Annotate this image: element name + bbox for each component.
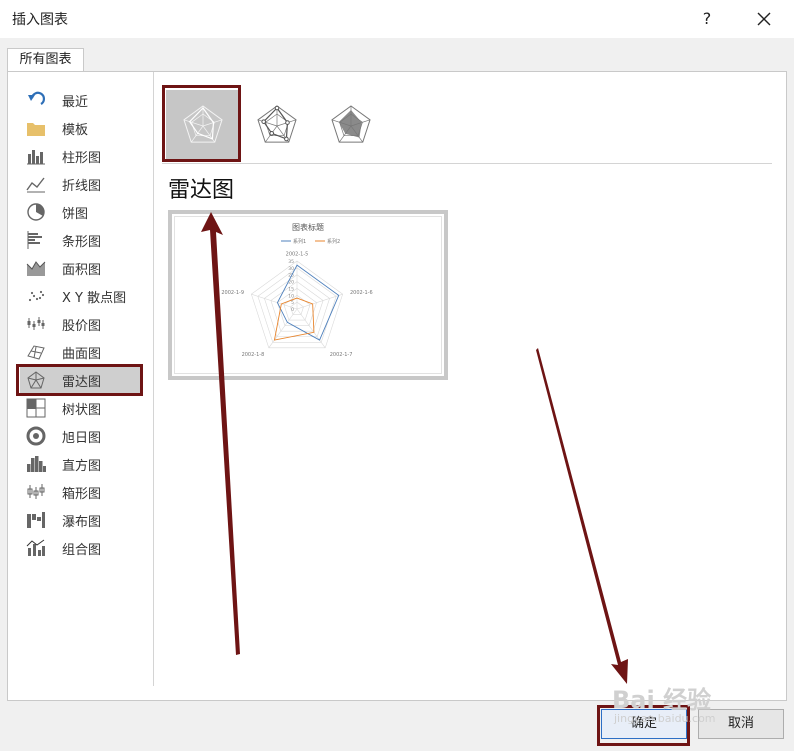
preview-chart-title: 图表标题 <box>292 222 324 232</box>
box-whisker-chart-icon <box>27 484 45 499</box>
area-chart-icon <box>26 261 46 276</box>
sidebar-item-label: 模板 <box>62 123 89 138</box>
sidebar-item-scatter-chart[interactable]: X Y 散点图 <box>20 282 140 310</box>
subtype-radar-markers[interactable] <box>240 90 314 160</box>
column-chart-icon <box>27 150 45 165</box>
sidebar-item-label: 旭日图 <box>62 431 102 446</box>
radar-tick-label: 15 <box>288 286 294 292</box>
sidebar-item-label: X Y 散点图 <box>62 291 127 306</box>
waterfall-chart-icon <box>27 512 45 528</box>
radar-markers-icon <box>257 105 297 143</box>
help-button[interactable]: ? <box>696 6 718 32</box>
sidebar-item-stock-chart[interactable]: 股价图 <box>20 310 140 338</box>
sidebar-item-label: 曲面图 <box>62 347 102 362</box>
subtype-filled-radar[interactable] <box>314 90 388 160</box>
sidebar-item-label: 组合图 <box>62 543 102 558</box>
radar-icon <box>183 105 223 143</box>
close-icon <box>757 12 771 26</box>
sunburst-chart-icon <box>26 426 46 446</box>
sidebar-item-label: 雷达图 <box>62 375 102 390</box>
radar-category-label: 2002-1-5 <box>286 251 309 257</box>
sidebar-item-waterfall-chart[interactable]: 瀑布图 <box>20 506 140 534</box>
sidebar-item-label: 饼图 <box>62 207 89 222</box>
radar-tick-label: 30 <box>288 266 294 272</box>
treemap-chart-icon <box>26 398 46 418</box>
sidebar-item-area-chart[interactable]: 面积图 <box>20 254 140 282</box>
filled-radar-icon <box>331 105 371 143</box>
radar-category-label: 2002-1-8 <box>242 352 265 358</box>
folder-icon <box>27 123 45 136</box>
sidebar-item-label: 条形图 <box>62 235 102 250</box>
sidebar-item-label: 树状图 <box>62 403 102 418</box>
sidebar-item-undo[interactable]: 最近 <box>20 86 140 114</box>
sidebar-item-radar-chart[interactable]: 雷达图 <box>20 366 140 394</box>
chart-subtype-row <box>162 86 772 164</box>
chart-preview[interactable]: 图表标题 系列1 系列2 0 5 10 15 20 25 30 35 2002-1-5 2002-1-6… <box>168 210 448 380</box>
sidebar-item-label: 股价图 <box>62 319 102 334</box>
chart-panel: 最近 模板 柱形图 折线图 饼图 条形图 面积图 X Y 散点图 股价图 曲面图 雷达图 树状图 旭日图… <box>7 71 787 701</box>
sidebar-item-folder[interactable]: 模板 <box>20 114 140 142</box>
chart-type-heading: 雷达图 <box>168 178 235 203</box>
subtype-radar[interactable] <box>166 90 240 160</box>
stock-chart-icon <box>27 317 45 330</box>
sidebar-item-label: 面积图 <box>62 263 102 278</box>
sidebar-item-histogram-chart[interactable]: 直方图 <box>20 450 140 478</box>
sidebar-item-label: 瀑布图 <box>62 515 102 530</box>
histogram-chart-icon <box>27 456 46 472</box>
pie-chart-icon <box>27 203 45 221</box>
sidebar-item-pie-chart[interactable]: 饼图 <box>20 198 140 226</box>
undo-icon <box>28 91 46 105</box>
surface-chart-icon <box>27 345 45 360</box>
sidebar-item-line-chart[interactable]: 折线图 <box>20 170 140 198</box>
radar-chart-icon <box>27 371 45 389</box>
sidebar-item-treemap-chart[interactable]: 树状图 <box>20 394 140 422</box>
close-button[interactable] <box>752 6 776 32</box>
tab-all-charts[interactable]: 所有图表 <box>7 48 84 72</box>
radar-tick-label: 10 <box>288 293 294 299</box>
watermark-url: jingyan.baidu.com <box>614 712 716 725</box>
sidebar-item-label: 直方图 <box>62 459 102 474</box>
radar-category-label: 2002-1-6 <box>350 290 373 296</box>
sidebar-item-surface-chart[interactable]: 曲面图 <box>20 338 140 366</box>
radar-category-label: 2002-1-9 <box>221 290 244 296</box>
radar-preview-chart: 图表标题系列1 系列2051015202530352002-1-52002-1-6… <box>221 222 373 358</box>
radar-tick-label: 35 <box>288 259 294 265</box>
combo-chart-icon <box>26 539 45 556</box>
sidebar-item-label: 柱形图 <box>62 151 102 166</box>
radar-tick-label: 5 <box>291 300 294 306</box>
sidebar-item-sunburst-chart[interactable]: 旭日图 <box>20 422 140 450</box>
bar-chart-icon <box>27 231 42 249</box>
sidebar-item-column-chart[interactable]: 柱形图 <box>20 142 140 170</box>
sidebar-item-combo-chart[interactable]: 组合图 <box>20 534 140 562</box>
sidebar-item-label: 折线图 <box>62 179 102 194</box>
title-bar: 插入图表 ? <box>0 0 794 38</box>
scatter-chart-icon <box>28 290 45 302</box>
radar-tick-label: 0 <box>291 307 294 313</box>
legend-entry: 系列2 <box>327 238 340 245</box>
line-chart-icon <box>26 177 45 193</box>
sidebar-item-label: 最近 <box>62 95 89 110</box>
sidebar-item-label: 箱形图 <box>62 487 102 502</box>
sidebar-item-bar-chart[interactable]: 条形图 <box>20 226 140 254</box>
legend-entry: 系列1 <box>293 238 306 245</box>
radar-category-label: 2002-1-7 <box>330 352 353 358</box>
dialog-title: 插入图表 <box>12 12 68 28</box>
chart-preview-frame: 图表标题 系列1 系列2 0 5 10 15 20 25 30 35 2002-1-5 2002-1-6… <box>174 216 442 374</box>
chart-type-list: 最近模板柱形图折线图饼图条形图面积图 X Y 散点图 股价图曲面图雷达图树状图旭日图… <box>8 72 154 686</box>
sidebar-item-box-whisker-chart[interactable]: 箱形图 <box>20 478 140 506</box>
watermark-logo: Bai 经验 <box>612 686 712 714</box>
